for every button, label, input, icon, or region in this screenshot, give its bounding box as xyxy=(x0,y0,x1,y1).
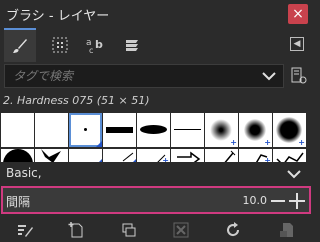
refresh-icon[interactable] xyxy=(224,221,242,239)
brush-cell[interactable] xyxy=(103,113,136,147)
brush-cell[interactable]: + xyxy=(273,113,306,147)
brush-cell[interactable] xyxy=(103,149,136,162)
open-brush-as-image-icon[interactable] xyxy=(278,221,296,239)
title-bar: ブラシ - レイヤー × xyxy=(0,0,312,28)
tab-fonts[interactable]: a b c xyxy=(80,30,112,60)
bottom-toolbar xyxy=(0,218,312,242)
brush-cell[interactable] xyxy=(69,149,102,162)
brush-cell[interactable]: + xyxy=(239,149,272,162)
svg-text:b: b xyxy=(95,38,103,51)
tag-search-input[interactable] xyxy=(11,68,255,84)
brush-cell-selected[interactable] xyxy=(69,113,102,147)
chevron-down-icon[interactable] xyxy=(261,69,277,83)
close-icon[interactable]: × xyxy=(288,4,308,24)
brush-cell[interactable] xyxy=(1,149,34,162)
brush-cell[interactable] xyxy=(171,149,204,162)
paintbrush-icon xyxy=(13,39,27,53)
tag-search-box[interactable] xyxy=(4,64,284,88)
brush-cell[interactable] xyxy=(205,149,238,162)
selected-brush-name: 2. Hardness 075 (51 × 51) xyxy=(3,94,150,107)
brush-cell[interactable] xyxy=(35,149,68,162)
increase-spacing-button[interactable] xyxy=(289,193,305,209)
font-icon: a b c xyxy=(86,38,103,54)
brush-grid: + + + + + xyxy=(0,110,312,162)
brush-cell[interactable]: + xyxy=(239,113,272,147)
brush-cell[interactable] xyxy=(171,113,204,147)
brush-cell[interactable] xyxy=(137,113,170,147)
brush-preset-label: Basic, xyxy=(6,166,42,180)
spacing-label: 間隔 xyxy=(6,195,31,209)
chevron-down-icon[interactable] xyxy=(286,168,302,180)
tag-icon[interactable] xyxy=(290,67,308,85)
spacing-value[interactable]: 10.0 xyxy=(243,194,268,207)
tab-menu-icon[interactable]: ◀ xyxy=(290,37,304,51)
search-row xyxy=(0,62,312,90)
brush-cell[interactable] xyxy=(35,113,68,147)
brush-cell[interactable] xyxy=(1,113,34,147)
window-title: ブラシ - レイヤー xyxy=(6,9,110,24)
tab-document-history[interactable] xyxy=(116,30,148,60)
brush-cell[interactable]: + xyxy=(205,113,238,147)
pattern-icon xyxy=(52,37,68,53)
brush-cell[interactable]: + xyxy=(137,149,170,162)
tab-bar: a b c ◀ xyxy=(0,28,312,62)
tab-patterns[interactable] xyxy=(44,30,76,60)
brush-cell[interactable] xyxy=(273,149,306,162)
stack-icon xyxy=(126,40,138,51)
edit-brush-icon[interactable] xyxy=(16,221,34,239)
duplicate-brush-icon[interactable] xyxy=(120,221,138,239)
spacing-control[interactable]: 間隔 10.0 xyxy=(1,186,311,214)
svg-text:c: c xyxy=(89,46,93,54)
tab-brushes[interactable] xyxy=(4,28,36,62)
decrease-spacing-button[interactable] xyxy=(271,200,285,202)
brush-preset-row[interactable]: Basic, xyxy=(0,164,312,184)
delete-brush-icon[interactable] xyxy=(172,221,190,239)
new-brush-icon[interactable] xyxy=(68,221,86,239)
